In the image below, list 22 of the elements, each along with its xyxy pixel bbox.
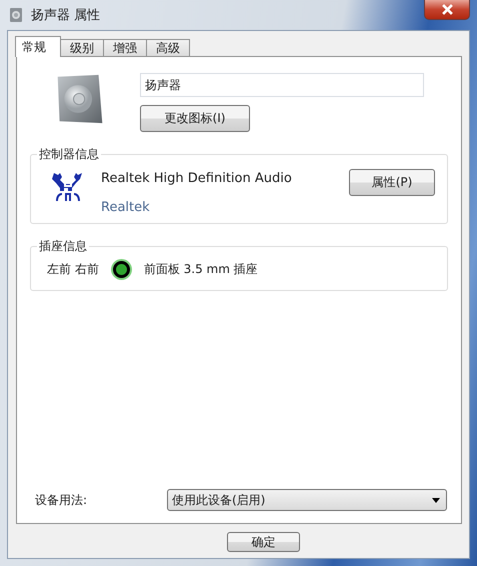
usage-dropdown[interactable]: 使用此设备(启用): [167, 489, 447, 511]
window-title: 扬声器 属性: [31, 7, 100, 24]
group-legend: 插座信息: [37, 238, 89, 255]
dialog-button[interactable]: 确定: [227, 532, 300, 552]
device-name-field[interactable]: 扬声器: [140, 73, 424, 97]
crab-logo-icon: [51, 171, 85, 203]
vendor-name: Realtek: [101, 200, 151, 215]
tab[interactable]: 级别: [60, 39, 104, 56]
tab[interactable]: 高级: [146, 39, 190, 56]
close-icon: [442, 4, 452, 15]
properties-button[interactable]: 属性(P): [349, 169, 435, 196]
jack-description: 前面板 3.5 mm 插座: [144, 261, 258, 278]
speaker-icon: [9, 7, 25, 23]
tab[interactable]: 常规: [15, 36, 61, 57]
change-icon-button[interactable]: 更改图标(I): [140, 105, 250, 132]
group-legend: 控制器信息: [37, 146, 101, 163]
channel-label: 左前 右前: [47, 261, 99, 278]
controller-name: Realtek High Definition Audio: [101, 171, 292, 186]
dropdown-caret-icon: [432, 498, 440, 502]
tab[interactable]: 增强: [103, 39, 147, 56]
usage-label: 设备用法:: [34, 492, 88, 508]
close-button[interactable]: [424, 0, 470, 20]
